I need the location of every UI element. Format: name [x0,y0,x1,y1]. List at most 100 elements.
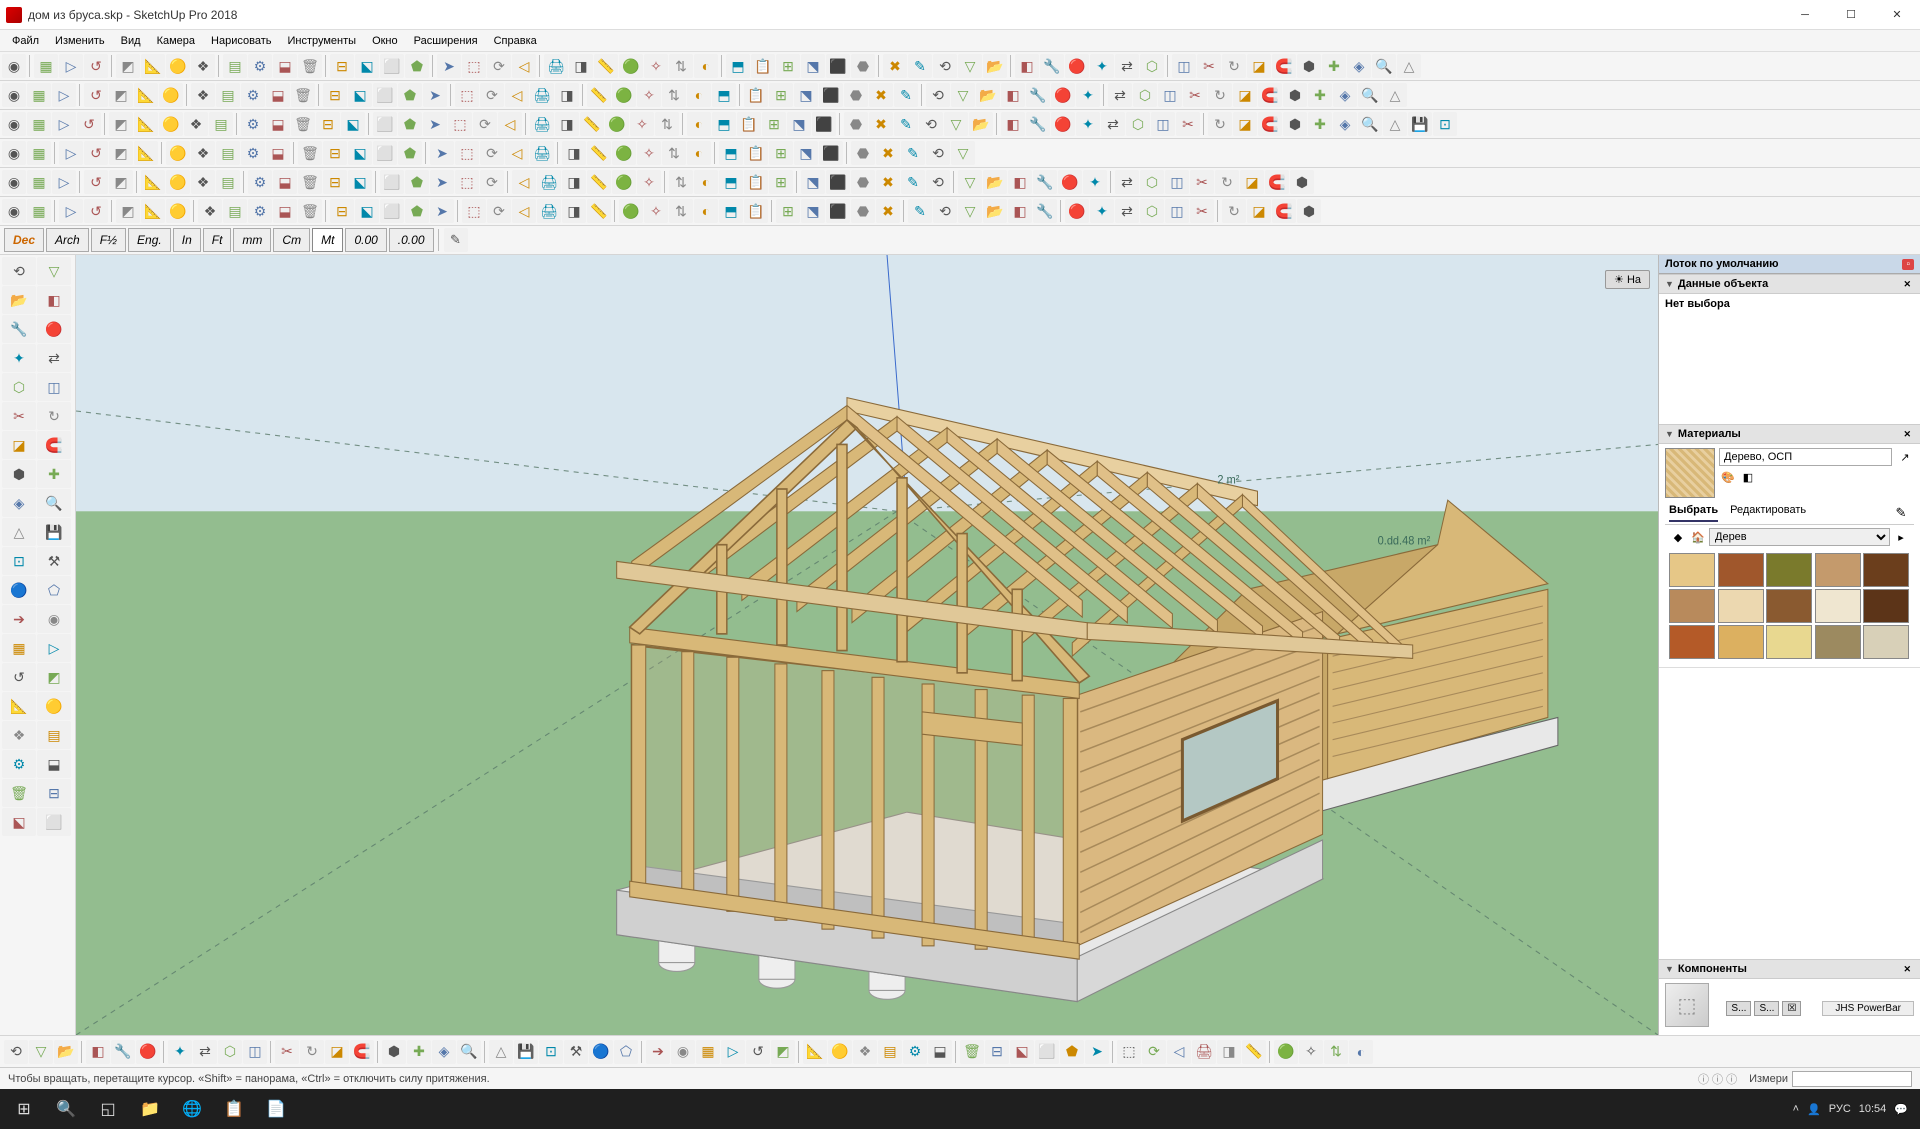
toolbar-icon[interactable]: 🧲 [1265,170,1289,194]
material-swatch[interactable] [1863,553,1909,587]
toolbar-icon[interactable]: ⚙ [248,170,272,194]
toolbar-icon[interactable]: ⬜ [380,199,404,223]
toolbar-icon[interactable]: ⬡ [1126,112,1150,136]
toolbar-icon[interactable]: ▽ [951,141,975,165]
toolbar-icon[interactable]: 🔧 [1040,54,1064,78]
toolbar-icon[interactable]: 📋 [737,112,761,136]
unit-arch[interactable]: Arch [46,228,89,252]
toolbar-icon[interactable]: ◁ [498,112,522,136]
toolbar-icon[interactable]: ⟲ [933,199,957,223]
toolbar-icon[interactable]: ✦ [1090,54,1114,78]
toolbar-icon[interactable]: ✧ [1299,1040,1323,1064]
toolbar-icon[interactable]: ▷ [52,170,76,194]
toolbar-icon[interactable]: ⇅ [669,170,693,194]
toolbar-icon[interactable]: ◪ [1233,112,1257,136]
toolbar-icon[interactable]: ◐ [687,83,711,107]
toolbar-icon[interactable]: ◉ [2,112,26,136]
materials-header[interactable]: Материалы ✕ [1659,424,1920,444]
toolbar-icon[interactable]: △ [1397,54,1421,78]
toolbar-icon[interactable]: ✚ [1322,54,1346,78]
toolbar-icon[interactable]: ▦ [27,199,51,223]
menu-help[interactable]: Справка [486,32,545,50]
material-swatch[interactable] [1669,589,1715,623]
viewport-3d[interactable]: 2 m² 0.dd.48 m² ☀ На [76,255,1658,1035]
toolbar-icon[interactable]: 🗑 [2,779,36,807]
toolbar-icon[interactable]: ⬔ [794,141,818,165]
toolbar-icon[interactable]: ◁ [512,54,536,78]
toolbar-icon[interactable]: ⬕ [1010,1040,1034,1064]
toolbar-icon[interactable]: 📋 [744,83,768,107]
toolbar-icon[interactable]: ◐ [1349,1040,1373,1064]
toolbar-icon[interactable]: ◩ [109,83,133,107]
toolbar-icon[interactable]: ❖ [853,1040,877,1064]
toolbar-icon[interactable]: ⬓ [266,112,290,136]
toolbar-icon[interactable]: 🟡 [828,1040,852,1064]
toolbar-icon[interactable]: 🔴 [1051,83,1075,107]
toolbar-icon[interactable]: ➤ [423,83,447,107]
toolbar-icon[interactable]: 🧲 [37,431,71,459]
material-swatch[interactable] [1815,553,1861,587]
toolbar-icon[interactable]: ▤ [223,54,247,78]
toolbar-icon[interactable]: 📏 [580,112,604,136]
toolbar-icon[interactable]: 📂 [2,286,36,314]
material-swatch[interactable] [1863,589,1909,623]
toolbar-icon[interactable]: ❖ [2,721,36,749]
toolbar-icon[interactable]: ⟲ [933,54,957,78]
toolbar-icon[interactable]: ⟲ [926,170,950,194]
toolbar-icon[interactable]: 🖨 [537,199,561,223]
toolbar-icon[interactable]: ⬔ [787,112,811,136]
toolbar-icon[interactable]: ✚ [1308,83,1332,107]
toolbar-icon[interactable]: ⇅ [662,141,686,165]
toolbar-icon[interactable]: ❖ [191,83,215,107]
floating-tab-s1[interactable]: S... [1726,1001,1751,1016]
toolbar-icon[interactable]: ⬚ [455,141,479,165]
toolbar-icon[interactable]: ⬒ [726,54,750,78]
toolbar-icon[interactable]: ⚙ [241,83,265,107]
toolbar-icon[interactable]: ⇄ [193,1040,217,1064]
toolbar-icon[interactable]: ↺ [84,83,108,107]
toolbar-icon[interactable]: △ [2,518,36,546]
toolbar-icon[interactable]: ◨ [555,112,579,136]
toolbar-icon[interactable]: 🟡 [166,170,190,194]
toolbar-icon[interactable]: ▷ [37,634,71,662]
minimize-button[interactable]: ─ [1782,0,1828,30]
toolbar-icon[interactable]: 📋 [744,170,768,194]
toolbar-icon[interactable]: ⚙ [241,112,265,136]
entity-close-icon[interactable]: ✕ [1900,279,1914,290]
start-button[interactable]: ⊞ [4,1089,44,1129]
toolbar-icon[interactable]: ⬚ [455,83,479,107]
toolbar-icon[interactable]: 🟡 [166,54,190,78]
menu-tools[interactable]: Инструменты [279,32,364,50]
toolbar-icon[interactable]: 📋 [751,54,775,78]
toolbar-icon[interactable]: ◪ [1240,170,1264,194]
toolbar-icon[interactable]: 🖨 [537,170,561,194]
components-close-icon[interactable]: ✕ [1900,964,1914,975]
material-name-input[interactable] [1719,448,1892,466]
toolbar-icon[interactable]: ⬓ [273,54,297,78]
menu-view[interactable]: Вид [113,32,149,50]
toolbar-icon[interactable]: ↻ [1208,112,1232,136]
toolbar-icon[interactable]: ⚙ [2,750,36,778]
toolbar-icon[interactable]: ⬚ [455,170,479,194]
toolbar-icon[interactable]: 📂 [54,1040,78,1064]
toolbar-icon[interactable]: ◪ [1247,54,1271,78]
toolbar-icon[interactable]: ⇄ [1115,54,1139,78]
toolbar-icon[interactable]: ◩ [109,112,133,136]
toolbar-icon[interactable]: ▽ [29,1040,53,1064]
toolbar-icon[interactable]: ▤ [216,170,240,194]
toolbar-icon[interactable]: ◧ [1015,54,1039,78]
menu-edit[interactable]: Изменить [47,32,113,50]
toolbar-icon[interactable]: ◪ [1233,83,1257,107]
toolbar-icon[interactable]: ⬢ [1283,112,1307,136]
toolbar-icon[interactable]: ⚙ [903,1040,927,1064]
toolbar-icon[interactable]: ❖ [191,141,215,165]
toolbar-icon[interactable]: ⬕ [355,199,379,223]
toolbar-icon[interactable]: ⬛ [826,54,850,78]
toolbar-icon[interactable]: ◁ [512,170,536,194]
toolbar-pencil-icon[interactable]: ✎ [444,228,468,252]
toolbar-icon[interactable]: ▷ [52,83,76,107]
close-button[interactable]: ✕ [1874,0,1920,30]
toolbar-icon[interactable]: ⊟ [323,170,347,194]
toolbar-icon[interactable]: ⟳ [487,54,511,78]
toolbar-icon[interactable]: 🔴 [1065,54,1089,78]
